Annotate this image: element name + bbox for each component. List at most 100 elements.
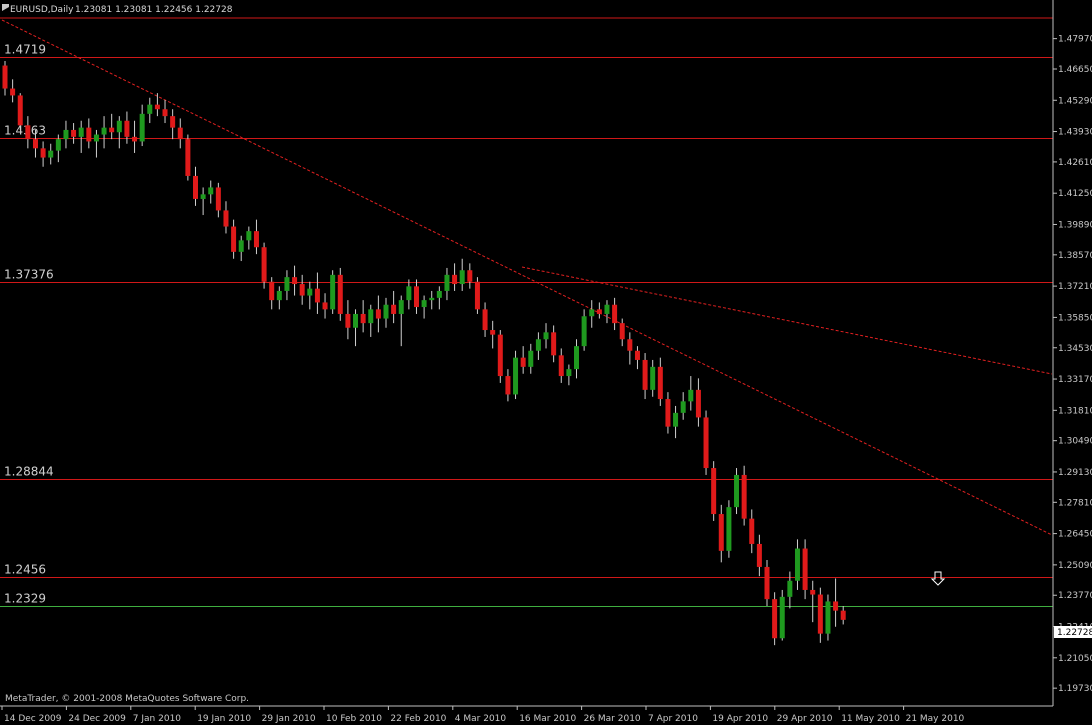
date-tick-label: 24 Dec 2009 bbox=[68, 714, 126, 724]
candle bbox=[779, 589, 785, 641]
candle-body bbox=[779, 596, 785, 639]
candle-body bbox=[93, 134, 99, 142]
candle-body bbox=[25, 125, 31, 140]
level-label-2: 1.37376 bbox=[4, 268, 54, 282]
candle-body bbox=[436, 290, 442, 298]
candle-body bbox=[634, 350, 640, 360]
candle-body bbox=[726, 507, 732, 551]
candle-body bbox=[170, 116, 176, 128]
candle-body bbox=[86, 127, 92, 142]
candle-body bbox=[543, 332, 549, 340]
date-tick-label: 11 May 2010 bbox=[841, 714, 900, 724]
price-tick-label: 1.31810 bbox=[1058, 406, 1092, 416]
current-price-label: 1.22728 bbox=[1057, 628, 1092, 638]
date-tick-label: 21 May 2010 bbox=[906, 714, 965, 724]
candle-body bbox=[764, 566, 770, 600]
candle-body bbox=[238, 240, 244, 252]
price-tick-label: 1.34530 bbox=[1058, 344, 1092, 354]
candle-body bbox=[482, 309, 488, 331]
candle-body bbox=[109, 127, 115, 133]
candle-body bbox=[413, 286, 419, 308]
candle-body bbox=[817, 594, 823, 634]
date-tick-label: 10 Feb 2010 bbox=[326, 714, 382, 724]
candle bbox=[474, 277, 480, 314]
candle-body bbox=[680, 401, 686, 413]
candle-body bbox=[71, 129, 77, 137]
price-tick-label: 1.19730 bbox=[1058, 684, 1092, 694]
candle-body bbox=[520, 357, 526, 367]
price-tick-label: 1.46650 bbox=[1058, 65, 1092, 75]
candle-body bbox=[162, 109, 168, 117]
candle-body bbox=[604, 304, 610, 314]
candle-body bbox=[581, 316, 587, 347]
candle-body bbox=[398, 300, 404, 314]
date-tick-label: 7 Apr 2010 bbox=[648, 714, 698, 724]
candle bbox=[185, 134, 191, 181]
price-tick-label: 1.26450 bbox=[1058, 530, 1092, 540]
candle-body bbox=[657, 366, 663, 400]
candle bbox=[17, 93, 23, 130]
candle-body bbox=[619, 323, 625, 340]
price-chart[interactable]: EURUSD,Daily 1.23081 1.23081 1.22456 1.2… bbox=[0, 0, 1092, 725]
date-tick-label: 14 Dec 2009 bbox=[4, 714, 62, 724]
candle-body bbox=[612, 304, 618, 324]
price-tick-label: 1.45290 bbox=[1058, 96, 1092, 106]
candle-body bbox=[353, 313, 359, 328]
candle-body bbox=[490, 330, 496, 335]
candle-body bbox=[528, 350, 534, 367]
price-tick-label: 1.41250 bbox=[1058, 189, 1092, 199]
level-label-1: 1.4363 bbox=[4, 124, 46, 138]
candle bbox=[726, 500, 732, 558]
candle-body bbox=[650, 366, 656, 390]
candle-body bbox=[467, 270, 473, 282]
candle-body bbox=[833, 601, 839, 611]
candle-body bbox=[276, 290, 282, 301]
current-price-tag: 1.22728 bbox=[1054, 626, 1092, 638]
candle bbox=[772, 592, 778, 646]
candle bbox=[497, 330, 503, 383]
candle-body bbox=[452, 274, 458, 285]
candle-body bbox=[574, 346, 579, 370]
price-tick-label: 1.29130 bbox=[1058, 468, 1092, 478]
candle-body bbox=[63, 129, 69, 140]
candle bbox=[825, 594, 831, 641]
candle-body bbox=[505, 376, 511, 395]
candle-body bbox=[147, 104, 153, 114]
candle bbox=[711, 461, 717, 521]
candle-body bbox=[200, 194, 206, 199]
candle-body bbox=[589, 309, 595, 317]
candle-body bbox=[741, 474, 747, 519]
candle-body bbox=[322, 302, 328, 310]
candle-body bbox=[787, 580, 793, 597]
date-tick-label: 7 Jan 2010 bbox=[133, 714, 181, 724]
candle-body bbox=[345, 313, 351, 328]
candle-body bbox=[368, 309, 374, 324]
date-tick-label: 19 Apr 2010 bbox=[712, 714, 768, 724]
candle-body bbox=[825, 601, 831, 634]
candle-body bbox=[261, 247, 267, 282]
candle-body bbox=[78, 127, 84, 137]
candle-body bbox=[215, 187, 221, 211]
candle-body bbox=[421, 300, 427, 308]
candle-body bbox=[124, 120, 130, 137]
date-tick-label: 29 Jan 2010 bbox=[262, 714, 316, 724]
candle-body bbox=[154, 104, 160, 110]
candle-body bbox=[558, 355, 564, 377]
candle-body bbox=[101, 127, 107, 135]
date-tick-label: 19 Jan 2010 bbox=[197, 714, 251, 724]
candle-body bbox=[802, 548, 808, 590]
candle-body bbox=[139, 113, 145, 142]
candle bbox=[513, 350, 519, 400]
symbol-label: EURUSD,Daily bbox=[10, 5, 74, 15]
candle-body bbox=[330, 274, 336, 310]
date-tick-label: 4 Mar 2010 bbox=[455, 714, 507, 724]
candle-body bbox=[383, 304, 389, 319]
candle-body bbox=[116, 120, 122, 133]
price-tick-label: 1.35850 bbox=[1058, 313, 1092, 323]
candle-body bbox=[497, 334, 503, 377]
candle-body bbox=[253, 231, 259, 248]
candle-body bbox=[718, 514, 724, 551]
candle-body bbox=[459, 270, 465, 285]
candle-body bbox=[40, 148, 46, 158]
candle-body bbox=[444, 274, 450, 291]
